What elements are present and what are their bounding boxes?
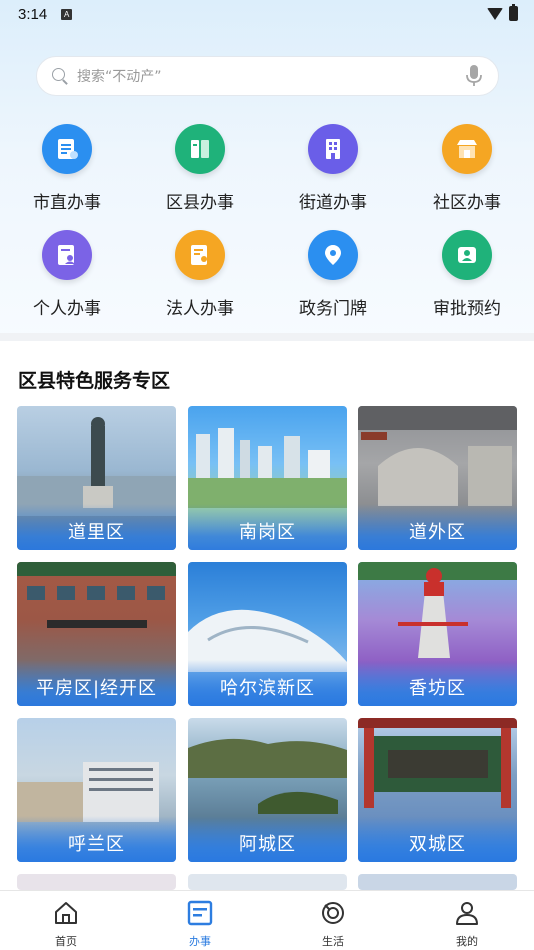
person-file-icon (42, 230, 92, 280)
district-tile-partial (358, 874, 517, 890)
district-label: 平房区|经开区 (17, 660, 176, 706)
service-jiedao[interactable]: 街道办事 (273, 124, 393, 213)
district-tile-partial (188, 874, 347, 890)
profile-icon (456, 902, 478, 925)
wifi-icon (487, 7, 503, 20)
district-label: 双城区 (358, 816, 517, 862)
district-tile-nangang[interactable]: 南岗区 (188, 406, 347, 550)
district-label: 呼兰区 (17, 816, 176, 862)
nav-label: 办事 (189, 935, 211, 948)
district-tile-xinqu[interactable]: 哈尔滨新区 (188, 562, 347, 706)
nav-service[interactable]: 办事 (160, 899, 240, 949)
section-divider (0, 333, 534, 341)
service-geren[interactable]: 个人办事 (7, 230, 127, 319)
legal-person-icon (175, 230, 225, 280)
nav-label: 我的 (456, 935, 478, 948)
district-label: 道外区 (358, 504, 517, 550)
nav-label: 首页 (55, 935, 77, 948)
service-menpai[interactable]: 政务门牌 (273, 230, 393, 319)
service-label: 街道办事 (299, 193, 367, 213)
district-tile-acheng[interactable]: 阿城区 (188, 718, 347, 862)
district-label: 香坊区 (358, 660, 517, 706)
service-shizhi[interactable]: 市直办事 (7, 124, 127, 213)
district-tile-daowai[interactable]: 道外区 (358, 406, 517, 550)
battery-icon (509, 4, 518, 21)
map-pin-icon (308, 230, 358, 280)
district-label: 道里区 (17, 504, 176, 550)
service-faren[interactable]: 法人办事 (140, 230, 260, 319)
status-bar: 3:14 A (0, 0, 534, 28)
service-label: 政务门牌 (299, 299, 367, 319)
status-icons (487, 4, 518, 21)
nav-mine[interactable]: 我的 (427, 899, 507, 949)
service-label: 法人办事 (166, 299, 234, 319)
home-icon (55, 902, 77, 924)
service-shequ[interactable]: 社区办事 (407, 124, 527, 213)
nav-label: 生活 (322, 935, 344, 948)
nav-home[interactable]: 首页 (26, 899, 106, 949)
district-tile-shuangcheng[interactable]: 双城区 (358, 718, 517, 862)
district-tile-pingfang[interactable]: 平房区|经开区 (17, 562, 176, 706)
building-icon (308, 124, 358, 174)
district-label: 南岗区 (188, 504, 347, 550)
search-input[interactable]: 搜索“不动产” (77, 66, 464, 86)
service-yuyue[interactable]: 审批预约 (407, 230, 527, 319)
document-icon (42, 124, 92, 174)
status-time: 3:14 (18, 5, 48, 23)
bottom-nav: 首页 办事 生活 我的 (0, 890, 534, 950)
service-label: 市直办事 (33, 193, 101, 213)
district-label: 阿城区 (188, 816, 347, 862)
search-bar[interactable]: 搜索“不动产” (36, 56, 499, 96)
district-tile-xiangfang[interactable]: 香坊区 (358, 562, 517, 706)
district-tile-daoli[interactable]: 道里区 (17, 406, 176, 550)
section-title: 区县特色服务专区 (18, 370, 171, 392)
district-label: 哈尔滨新区 (188, 660, 347, 706)
service-label: 社区办事 (433, 193, 501, 213)
search-icon (51, 67, 69, 85)
district-tile-partial (17, 874, 176, 890)
microphone-icon[interactable] (464, 64, 484, 88)
nav-life[interactable]: 生活 (293, 899, 373, 949)
service-label: 审批预约 (433, 299, 501, 319)
store-icon (442, 124, 492, 174)
book-icon (175, 124, 225, 174)
service-quxian[interactable]: 区县办事 (140, 124, 260, 213)
service-label: 区县办事 (166, 193, 234, 213)
notification-icon: A (61, 8, 73, 20)
life-icon (322, 902, 344, 924)
service-label: 个人办事 (33, 299, 101, 319)
service-icon (187, 900, 213, 926)
id-card-icon (442, 230, 492, 280)
district-tile-hulan[interactable]: 呼兰区 (17, 718, 176, 862)
